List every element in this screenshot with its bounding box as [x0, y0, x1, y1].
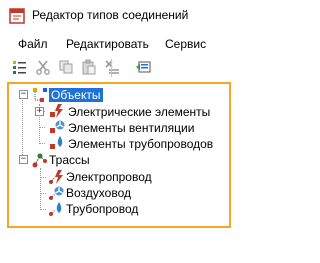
routes-icon [32, 153, 47, 168]
tree-node-pipeline-elements[interactable]: Элементы трубопроводов [33, 135, 223, 151]
menu-service[interactable]: Сервис [165, 37, 206, 51]
expand-icon[interactable]: + [35, 107, 44, 116]
toolbar [0, 55, 280, 81]
cut-icon[interactable] [35, 59, 51, 75]
tree-node-ventilation[interactable]: Элементы вентиляции [33, 119, 223, 135]
paste-icon[interactable] [81, 59, 97, 75]
connection-types-tree[interactable]: − Объекты + Электрические элементы Элеме… [7, 82, 231, 228]
tree-node-label: Объекты [49, 88, 103, 102]
app-icon [9, 8, 25, 24]
tree-connector [22, 97, 23, 157]
pipeline-element-icon [50, 136, 63, 149]
tree-node-objects[interactable]: − Объекты [17, 87, 167, 103]
tree-node-pipeline[interactable]: Трубопровод [33, 201, 223, 217]
new-item-icon[interactable] [12, 59, 28, 75]
tree-node-label: Воздуховод [66, 186, 131, 200]
window-title: Редактор типов соединений [32, 8, 189, 22]
tree-node-electrical-wire[interactable]: Электропровод [33, 169, 223, 185]
tree-node-air-duct[interactable]: Воздуховод [33, 185, 223, 201]
apply-icon[interactable] [136, 59, 152, 75]
menu-edit[interactable]: Редактировать [66, 37, 149, 51]
tree-node-label: Электрические элементы [68, 105, 211, 119]
collapse-icon[interactable]: − [19, 155, 28, 164]
pipeline-icon [49, 202, 62, 216]
objects-icon [33, 88, 47, 102]
tree-node-routes[interactable]: − Трассы [17, 152, 167, 168]
delete-icon[interactable] [104, 59, 120, 75]
title-bar: Редактор типов соединений [0, 0, 280, 30]
electrical-wire-icon [49, 170, 63, 184]
menu-file[interactable]: Файл [18, 37, 48, 51]
collapse-icon[interactable]: − [19, 90, 28, 99]
tree-node-label: Электропровод [66, 170, 152, 184]
tree-node-label: Трубопровод [66, 202, 139, 216]
tree-node-label: Элементы трубопроводов [68, 137, 214, 151]
tree-node-label: Элементы вентиляции [68, 121, 195, 135]
toolbar-separator [111, 59, 112, 77]
air-duct-icon [49, 186, 64, 200]
tree-node-electrical[interactable]: + Электрические элементы [33, 103, 223, 119]
ventilation-icon [50, 120, 65, 133]
menu-bar: Файл Редактировать Сервис [0, 33, 280, 55]
tree-node-label: Трассы [49, 153, 90, 167]
copy-icon[interactable] [58, 59, 74, 75]
electrical-icon [50, 104, 63, 118]
